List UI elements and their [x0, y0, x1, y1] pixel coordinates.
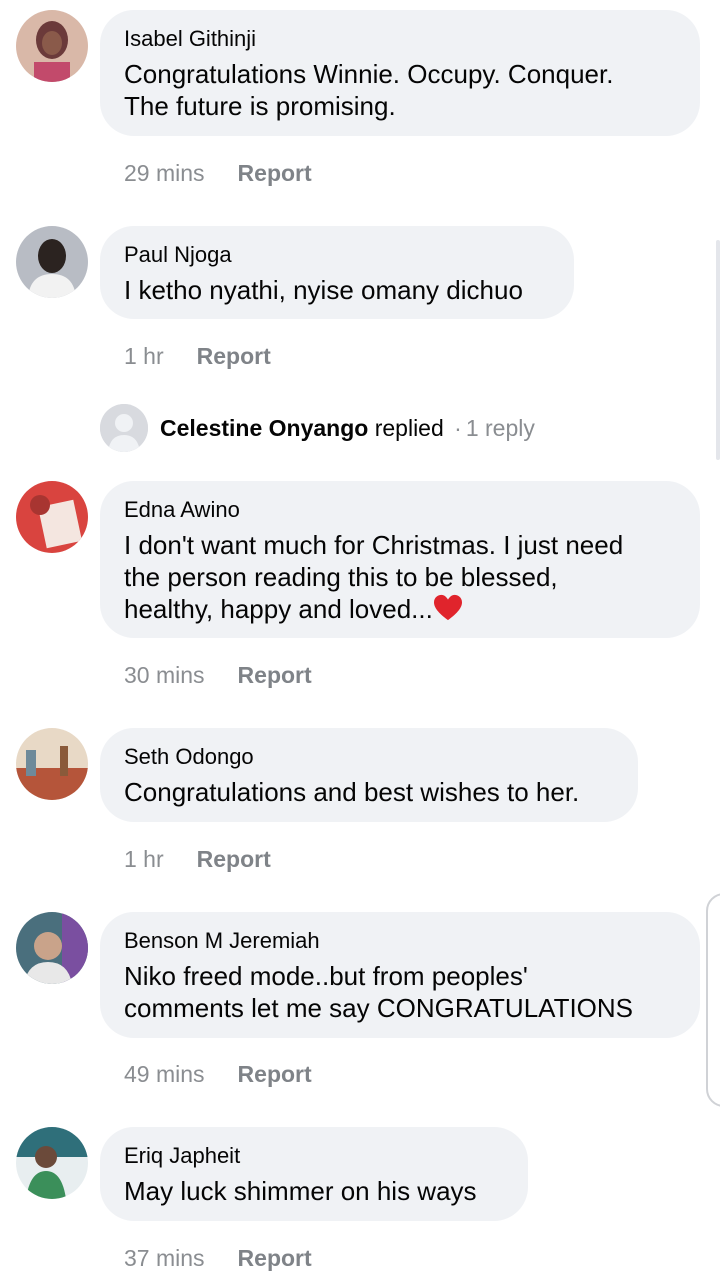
- default-user-avatar-icon: [100, 404, 148, 452]
- avatar[interactable]: [16, 1127, 88, 1199]
- avatar[interactable]: [16, 226, 88, 298]
- avatar[interactable]: [16, 10, 88, 82]
- comment-time[interactable]: 49 mins: [124, 1061, 205, 1088]
- reply-action: replied: [374, 414, 444, 441]
- comment-text: I don't want much for Christmas. I just …: [124, 529, 676, 625]
- comment-bubble: Benson M Jeremiah Niko freed mode..but f…: [100, 912, 700, 1038]
- comment-time[interactable]: 1 hr: [124, 846, 164, 873]
- comment-author[interactable]: Seth Odongo: [124, 744, 614, 770]
- comment-meta: 1 hr Report: [124, 343, 271, 370]
- report-button[interactable]: Report: [197, 846, 271, 873]
- comment-author[interactable]: Eriq Japheit: [124, 1143, 504, 1169]
- comment-meta: 29 mins Report: [124, 160, 312, 187]
- comment-text: I ketho nyathi, nyise omany dichuo: [124, 275, 523, 305]
- report-button[interactable]: Report: [197, 343, 271, 370]
- report-button[interactable]: Report: [238, 1245, 312, 1272]
- comment-author[interactable]: Benson M Jeremiah: [124, 928, 676, 954]
- comment-bubble: Paul Njoga I ketho nyathi, nyise omany d…: [100, 226, 574, 319]
- comment-meta: 37 mins Report: [124, 1245, 312, 1272]
- comment-time[interactable]: 29 mins: [124, 160, 205, 187]
- edge-panel-handle[interactable]: [706, 893, 720, 1107]
- comment-text: Congratulations Winnie. Occupy. Conquer.…: [124, 59, 614, 121]
- report-button[interactable]: Report: [238, 1061, 312, 1088]
- comment-bubble: Isabel Githinji Congratulations Winnie. …: [100, 10, 700, 136]
- comment-meta: 30 mins Report: [124, 662, 312, 689]
- comment-author[interactable]: Edna Awino: [124, 497, 676, 523]
- avatar[interactable]: [16, 481, 88, 553]
- comment-text-body: I don't want much for Christmas. I just …: [124, 530, 624, 624]
- comment-meta: 49 mins Report: [124, 1061, 312, 1088]
- reply-summary[interactable]: Celestine Onyango replied · 1 reply: [160, 415, 535, 442]
- scrollbar[interactable]: [716, 240, 720, 460]
- reply-author[interactable]: Celestine Onyango: [160, 415, 368, 441]
- reply-count[interactable]: 1 reply: [466, 415, 535, 441]
- comment-bubble: Edna Awino I don't want much for Christm…: [100, 481, 700, 638]
- comment-text: May luck shimmer on his ways: [124, 1176, 477, 1206]
- avatar[interactable]: [16, 728, 88, 800]
- report-button[interactable]: Report: [238, 662, 312, 689]
- comment-bubble: Seth Odongo Congratulations and best wis…: [100, 728, 638, 822]
- comment-author[interactable]: Isabel Githinji: [124, 26, 676, 52]
- comment-time[interactable]: 30 mins: [124, 662, 205, 689]
- comment-bubble: Eriq Japheit May luck shimmer on his way…: [100, 1127, 528, 1221]
- comment-text: Congratulations and best wishes to her.: [124, 777, 580, 807]
- comment-text: Niko freed mode..but from peoples' comme…: [124, 961, 634, 1023]
- red-heart-emoji-icon: [433, 594, 462, 621]
- report-button[interactable]: Report: [238, 160, 312, 187]
- comment-time[interactable]: 37 mins: [124, 1245, 205, 1272]
- avatar[interactable]: [16, 912, 88, 984]
- comment-author[interactable]: Paul Njoga: [124, 242, 550, 268]
- view-replies-link[interactable]: Celestine Onyango replied · 1 reply: [100, 404, 535, 452]
- comment-meta: 1 hr Report: [124, 846, 271, 873]
- comment-time[interactable]: 1 hr: [124, 343, 164, 370]
- separator-dot: ·: [454, 414, 462, 441]
